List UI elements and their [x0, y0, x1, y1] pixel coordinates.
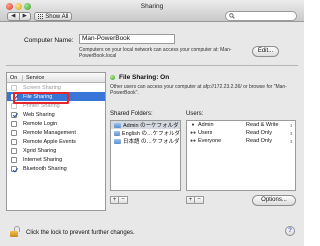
- user-row[interactable]: ●● Everyone Read Only ⇕: [187, 137, 295, 145]
- updown-arrows-icon: ⇕: [289, 122, 293, 128]
- service-row[interactable]: Xgrid Sharing: [7, 147, 105, 156]
- shared-folders-label: Shared Folders:: [110, 111, 153, 117]
- shared-folder-name: English の…ケフォルダ: [121, 131, 180, 137]
- service-label: Remote Apple Events: [23, 139, 76, 146]
- service-list: On Service Screen Sharing File Sharing Pri…: [6, 72, 106, 211]
- folder-icon: [114, 122, 121, 128]
- divider: [6, 65, 298, 66]
- group-users-icon: ●●: [190, 137, 197, 144]
- service-row[interactable]: Internet Sharing: [7, 156, 105, 165]
- remove-folder-button[interactable]: −: [119, 196, 128, 204]
- title-bar: Sharing ◀ ▶ Show All: [0, 0, 304, 22]
- service-row[interactable]: Remote Login: [7, 119, 105, 128]
- user-name: Users: [198, 130, 213, 136]
- back-forward-control: ◀ ▶: [7, 12, 31, 21]
- computer-name-description: Computers on your local network can acce…: [79, 47, 232, 59]
- single-user-icon: ●: [191, 121, 195, 128]
- add-folder-button[interactable]: +: [110, 196, 119, 204]
- user-name: Everyone: [198, 138, 222, 144]
- users-label: Users:: [186, 111, 204, 117]
- help-button[interactable]: ?: [285, 226, 295, 236]
- service-label: Remote Login: [23, 120, 58, 127]
- service-row[interactable]: Remote Management: [7, 128, 105, 137]
- shared-folders-list: Admin のーケフォルダ English の…ケフォルダ 日本語 の…ケフォルダ: [110, 120, 181, 191]
- service-label: Printer Sharing: [23, 102, 60, 109]
- user-row[interactable]: ● Admin Read & Write ⇕: [187, 121, 295, 129]
- service-list-header: On Service: [7, 73, 105, 83]
- updown-arrows-icon: ⇕: [289, 130, 293, 136]
- folder-icon: [114, 138, 121, 144]
- group-users-icon: ●●: [190, 129, 197, 136]
- service-label: Remote Management: [23, 130, 76, 137]
- service-label: Internet Sharing: [23, 157, 63, 164]
- permission-popup[interactable]: Read Only: [246, 130, 290, 136]
- service-row[interactable]: Screen Sharing: [7, 83, 105, 92]
- service-checkbox[interactable]: [11, 157, 17, 164]
- service-label: Xgrid Sharing: [23, 148, 57, 155]
- add-user-button[interactable]: +: [186, 196, 195, 204]
- service-checkbox[interactable]: [11, 111, 17, 118]
- magnifier-icon: [229, 13, 235, 19]
- service-label: File Sharing: [23, 93, 53, 100]
- user-row[interactable]: ●● Users Read Only ⇕: [187, 129, 295, 137]
- status-description: Other users can access your computer at …: [110, 84, 287, 96]
- service-row[interactable]: Printer Sharing: [7, 101, 105, 110]
- window-title: Sharing: [140, 3, 164, 10]
- users-list: ● Admin Read & Write ⇕ ●● Users Read Only ⇕ ●● Ev…: [186, 120, 296, 191]
- shared-folder-name: 日本語 の…ケフォルダ: [123, 139, 180, 145]
- service-row[interactable]: File Sharing: [7, 92, 105, 102]
- column-header-service[interactable]: Service: [23, 75, 44, 81]
- service-checkbox[interactable]: [11, 93, 17, 100]
- updown-arrows-icon: ⇕: [289, 138, 293, 144]
- computer-name-label: Computer Name:: [24, 37, 74, 44]
- shared-folder-name: Admin のーケフォルダ: [123, 123, 179, 129]
- status-title: File Sharing: On: [119, 74, 170, 81]
- service-row[interactable]: Bluetooth Sharing: [7, 165, 105, 174]
- service-checkbox[interactable]: [11, 120, 17, 127]
- folder-icon: [114, 130, 120, 136]
- folder-add-remove: + −: [110, 196, 128, 204]
- shared-folder-row[interactable]: Admin のーケフォルダ: [111, 121, 180, 129]
- service-row[interactable]: Remote Apple Events: [7, 138, 105, 147]
- grid-icon: [37, 13, 44, 20]
- sharing-window: Sharing ◀ ▶ Show All Computer Name: Man-…: [0, 0, 304, 246]
- remove-user-button[interactable]: −: [195, 196, 204, 204]
- service-checkbox[interactable]: [11, 130, 17, 137]
- permission-popup[interactable]: Read Only: [246, 138, 290, 144]
- user-add-remove: + −: [186, 196, 204, 204]
- options-button[interactable]: Options...: [252, 195, 296, 206]
- search-field[interactable]: [225, 11, 297, 21]
- service-checkbox[interactable]: [11, 102, 17, 109]
- service-checkbox[interactable]: [11, 148, 17, 155]
- computer-name-field[interactable]: Man-PowerBook: [79, 34, 175, 44]
- service-checkbox[interactable]: [11, 166, 17, 173]
- shared-folder-row[interactable]: English の…ケフォルダ: [111, 129, 180, 137]
- status-indicator-icon: [110, 75, 115, 80]
- user-name: Admin: [198, 122, 214, 128]
- lock-icon[interactable]: [10, 226, 20, 237]
- service-label: Screen Sharing: [23, 84, 61, 91]
- service-checkbox[interactable]: [11, 139, 17, 146]
- service-checkbox[interactable]: [11, 84, 17, 91]
- edit-button[interactable]: Edit...: [252, 46, 279, 57]
- service-label: Bluetooth Sharing: [23, 166, 67, 173]
- back-icon[interactable]: ◀: [8, 13, 19, 20]
- show-all-label: Show All: [45, 13, 69, 20]
- show-all-button[interactable]: Show All: [34, 12, 72, 21]
- forward-icon[interactable]: ▶: [18, 13, 31, 20]
- shared-folder-row[interactable]: 日本語 の…ケフォルダ: [111, 137, 180, 145]
- column-header-on[interactable]: On: [7, 74, 23, 81]
- service-row[interactable]: Web Sharing: [7, 110, 105, 119]
- lock-message: Click the lock to prevent further change…: [26, 230, 135, 236]
- service-label: Web Sharing: [23, 111, 55, 118]
- permission-popup[interactable]: Read & Write: [246, 122, 290, 128]
